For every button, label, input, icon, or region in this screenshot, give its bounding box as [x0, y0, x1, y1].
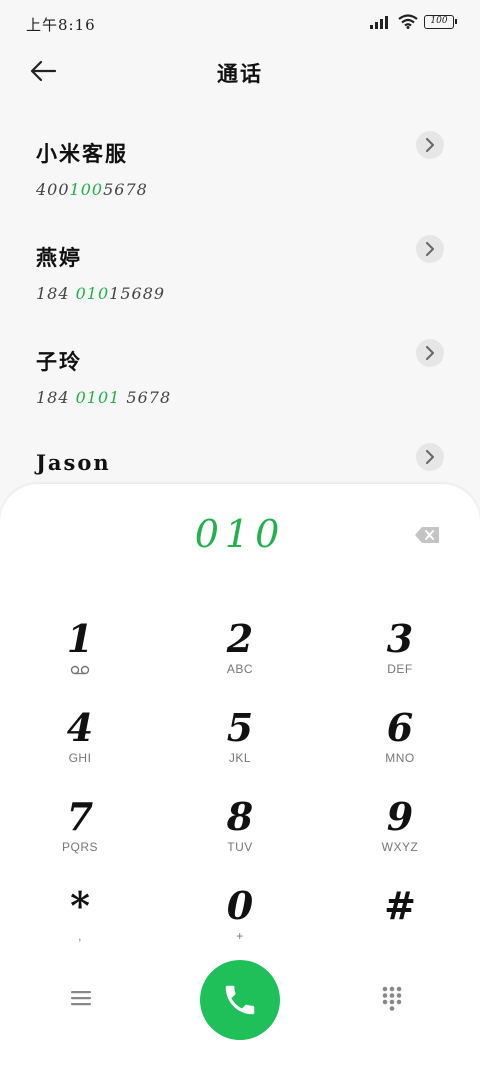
key-letters: DEF [387, 662, 413, 676]
key-letters: TUV [227, 840, 253, 854]
dialer-panel: 010 1 2 ABC 3 DEF 4 GHI 5 JKL 6 MNO 7 PQ… [0, 484, 480, 1066]
number-match: 100 [69, 180, 104, 199]
phone-icon [225, 985, 255, 1015]
contact-detail-button[interactable] [416, 443, 444, 471]
key-letters: , [78, 929, 82, 943]
key-digit: 1 [66, 616, 94, 661]
key-9[interactable]: 9 WXYZ [320, 796, 480, 885]
contact-name: 子玲 [36, 349, 82, 374]
key-letters: JKL [228, 751, 252, 765]
number-match: 0101 [75, 388, 121, 407]
menu-button[interactable] [70, 988, 98, 1012]
key-digit: 9 [386, 794, 414, 839]
key-digit: 6 [386, 705, 414, 750]
page-title: 通话 [217, 61, 263, 86]
key-digit: # [384, 883, 416, 928]
battery-level: 100 [430, 15, 448, 26]
number-prefix: 184 [36, 284, 76, 303]
key-3[interactable]: 3 DEF [320, 618, 480, 707]
contact-detail-button[interactable] [416, 339, 444, 367]
keypad-toggle-button[interactable] [382, 986, 406, 1016]
key-letters: GHI [68, 751, 92, 765]
key-7[interactable]: 7 PQRS [0, 796, 160, 885]
key-letters: WXYZ [381, 840, 419, 854]
number-suffix: 5678 [103, 180, 148, 199]
wifi-icon [398, 14, 418, 29]
keypad-row: 7 PQRS 8 TUV 9 WXYZ [0, 796, 480, 885]
dialer-bottom-bar [0, 960, 480, 1042]
contact-item[interactable]: 子玲 184 0101 5678 [0, 318, 480, 422]
header: 通话 [0, 48, 480, 96]
contact-name: 小米客服 [36, 141, 128, 166]
contact-name: Jason [36, 450, 111, 475]
key-letters: MNO [385, 751, 415, 765]
contact-item[interactable]: 小米客服 4001005678 [0, 110, 480, 214]
chevron-right-icon [426, 242, 434, 256]
keypad-row: 1 2 ABC 3 DEF [0, 618, 480, 707]
key-letters: + [236, 929, 244, 943]
contact-detail-button[interactable] [416, 235, 444, 263]
key-digit: 7 [66, 794, 94, 839]
key-digit: 3 [386, 616, 414, 661]
key-digit: 8 [226, 794, 254, 839]
call-button[interactable] [200, 960, 280, 1040]
dialpad-icon [382, 986, 402, 1011]
key-4[interactable]: 4 GHI [0, 707, 160, 796]
backspace-icon [415, 527, 439, 543]
key-digit: 0 [226, 883, 254, 928]
key-digit: 5 [226, 705, 254, 750]
key-1[interactable]: 1 [0, 618, 160, 707]
number-prefix: 400 [36, 180, 70, 199]
key-8[interactable]: 8 TUV [160, 796, 320, 885]
status-bar: 上午8:16 100 [0, 0, 480, 48]
contact-number: 184 01015689 [36, 284, 480, 303]
key-2[interactable]: 2 ABC [160, 618, 320, 707]
contact-list: 小米客服 4001005678 燕婷 184 01015689 子玲 184 0… [0, 110, 480, 526]
key-digit: 2 [226, 616, 254, 661]
key-letters: ABC [226, 662, 254, 676]
status-icons: 100 [370, 14, 457, 29]
contact-number: 4001005678 [36, 180, 480, 199]
number-match: 010 [75, 284, 110, 303]
key-letters: PQRS [61, 840, 98, 854]
key-5[interactable]: 5 JKL [160, 707, 320, 796]
dialed-number[interactable]: 010 [0, 512, 480, 556]
key-digit: * [70, 883, 90, 928]
number-suffix: 5678 [120, 388, 172, 407]
chevron-right-icon [426, 138, 434, 152]
keypad-row: 4 GHI 5 JKL 6 MNO [0, 707, 480, 796]
backspace-button[interactable] [414, 526, 440, 544]
key-6[interactable]: 6 MNO [320, 707, 480, 796]
voicemail-icon [70, 665, 90, 675]
keypad: 1 2 ABC 3 DEF 4 GHI 5 JKL 6 MNO 7 PQRS 8… [0, 618, 480, 974]
battery-icon: 100 [424, 14, 457, 29]
signal-icon [370, 15, 388, 29]
menu-icon [71, 991, 91, 1006]
contact-detail-button[interactable] [416, 131, 444, 159]
chevron-right-icon [426, 450, 434, 464]
number-prefix: 184 [36, 388, 76, 407]
key-digit: 4 [66, 705, 94, 750]
contact-name: 燕婷 [36, 245, 82, 270]
number-suffix: 15689 [109, 284, 166, 303]
contact-number: 184 0101 5678 [36, 388, 480, 407]
status-time: 上午8:16 [26, 16, 96, 34]
contact-item[interactable]: 燕婷 184 01015689 [0, 214, 480, 318]
chevron-right-icon [426, 346, 434, 360]
